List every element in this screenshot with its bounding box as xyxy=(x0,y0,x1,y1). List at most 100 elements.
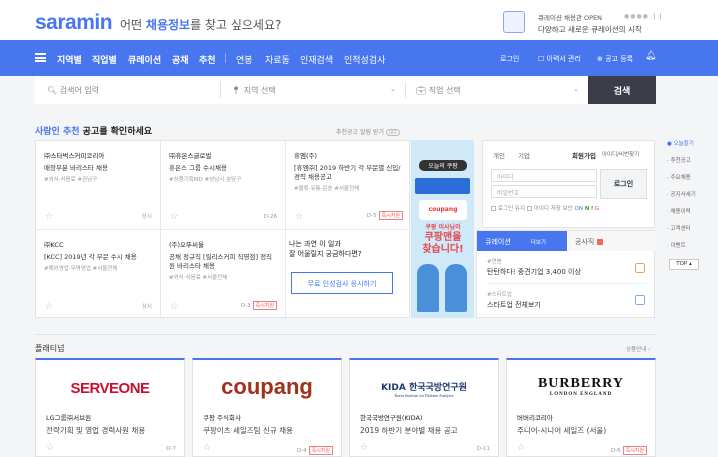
coupang-banner[interactable]: 오늘의 쿠팡 coupang 쿠팡 이사님이 쿠팡맨을 찾습니다! xyxy=(411,140,474,318)
nav-public[interactable]: 공채 xyxy=(172,53,189,66)
side-nav-item[interactable]: · 이벤트 xyxy=(667,241,696,249)
login-options: 로그인 유지 아이디 저장 보안 ON N f G xyxy=(491,204,599,212)
platinum-card[interactable]: KIDA 한국국방연구원 Korea Institute for Defense … xyxy=(349,358,499,457)
side-nav-item[interactable]: ● 오늘할기 xyxy=(667,139,696,147)
region-select[interactable]: 📍︎ 지역 선택 xyxy=(231,76,276,104)
top-button[interactable]: TOP ▴ xyxy=(669,259,699,270)
star-icon[interactable]: ☆ xyxy=(203,443,211,453)
naver-icon[interactable]: N xyxy=(585,206,590,212)
kida-logo: KIDA 한국국방연구원 Korea Institute for Defense … xyxy=(381,383,467,398)
serveone-logo: SERVEONE xyxy=(70,380,150,397)
facebook-icon[interactable]: f xyxy=(591,206,593,212)
coupang-logo: coupang xyxy=(221,374,313,399)
saramin-logo[interactable]: saramin xyxy=(35,11,113,35)
worker-figure xyxy=(417,264,439,312)
curation-item[interactable]: #스타트업 스타트업 전체보기 xyxy=(487,290,541,310)
star-icon[interactable]: ☆ xyxy=(517,443,525,453)
signup-link[interactable]: 회원가입 xyxy=(572,150,596,160)
job-card[interactable]: ㈜휴온스글로벌 휴온스 그룹 수시채용 #상품기획MD #성남시 분당구 ☆ D… xyxy=(161,141,286,230)
nav-divider xyxy=(225,53,226,63)
apply-now-badge[interactable]: 즉시지원 xyxy=(378,211,403,220)
id-input[interactable]: 아이디 xyxy=(491,169,597,182)
new-icon xyxy=(596,239,603,245)
cube-icon xyxy=(635,295,645,305)
platinum-card[interactable]: SERVEONE LG그룹㈜서브원 전략기획 및 영업 경력사원 채용 ☆ D-… xyxy=(35,358,185,457)
side-nav-item[interactable]: · 채용이력 xyxy=(667,207,696,215)
checkbox[interactable] xyxy=(491,206,496,211)
nav-curation[interactable]: 큐레이션 xyxy=(128,53,161,66)
search-bar: 🔍︎ 검색어 입력 📍︎ 지역 선택 ⌄ 💼︎ 직업 선택 ⌄ 검색 xyxy=(35,76,656,104)
job-card[interactable]: (주)오뚜씨울 공채 정규직 [릴리스커피 직영점] 정직원 바리스타 채용 #… xyxy=(161,230,286,319)
bell-icon[interactable]: 🔔︎ xyxy=(645,51,656,61)
keyword-input[interactable]: 🔍︎ 검색어 입력 xyxy=(47,76,99,104)
side-nav-item[interactable]: · 주요채용 xyxy=(667,173,696,181)
login-box: 개인 기업 회원가입 아이디/비번찾기 아이디 비밀번호 로그인 로그인 유지 … xyxy=(482,140,655,228)
banner-headline: 쿠팡맨을 찾습니다! xyxy=(422,232,464,255)
menu-icon[interactable] xyxy=(35,53,46,62)
side-nav: ● 오늘할기 · 추천공고 · 주요채용 · 공지사세기 · 채용이력 · 고객… xyxy=(667,139,696,258)
job-card[interactable]: ㈜KCC [KCC] 2019년 각 부문 수시 채용 #해외영업·무역영업 #… xyxy=(36,230,161,319)
top-bar: saramin 어떤 채용정보를 찾고 싶으세요? 큐레이션 채용관 OPEN … xyxy=(0,0,718,40)
chevron-down-icon[interactable]: ⌄ xyxy=(390,85,396,93)
nav-resource[interactable]: 자료동 xyxy=(265,53,290,66)
side-nav-item[interactable]: · 공지사세기 xyxy=(667,190,696,198)
tab-personal[interactable]: 개인 xyxy=(493,150,505,160)
product-info-link[interactable]: 상품안내 › xyxy=(626,345,650,353)
toggle-switch[interactable]: OFF xyxy=(385,129,400,136)
star-icon[interactable]: ☆ xyxy=(360,443,368,453)
star-icon[interactable]: ☆ xyxy=(45,212,53,222)
curation-box: 큐레이션 더보기 공사직 #연봉 탄탄하다! 중견기업 3,400 이상 #스타트업… xyxy=(476,230,655,318)
aptitude-prompt: 나는 과연 이 일과 잘 어울릴지 궁금하다면? xyxy=(289,240,362,258)
truck-icon xyxy=(415,178,470,194)
side-nav-item[interactable]: · 고객센터 xyxy=(667,224,696,232)
star-icon[interactable]: ☆ xyxy=(46,443,54,453)
cube-icon xyxy=(503,11,525,33)
password-input[interactable]: 비밀번호 xyxy=(491,185,597,198)
promo-title[interactable]: 큐레이션 채용관 OPEN xyxy=(538,12,602,22)
nav-login[interactable]: 로그인 xyxy=(500,54,519,64)
side-nav-item[interactable]: · 추천공고 xyxy=(667,156,696,164)
carousel-dots-icon[interactable]: ●●●● ❙❙ xyxy=(624,13,664,20)
job-card[interactable]: ㈜스타벅스커피코리아 매장부분 바리스타 채용 #외식·식음료 #관남구 ☆ 상… xyxy=(36,141,161,230)
nav-recommend[interactable]: 추천 xyxy=(199,53,216,66)
tab-public-job[interactable]: 공사직 xyxy=(567,231,655,251)
search-button[interactable]: 검색 xyxy=(588,76,656,104)
aptitude-test-button[interactable]: 무료 인성검사 응시하기 xyxy=(291,272,393,294)
job-card[interactable]: 휴엠(주) [휴엠㈜] 2019 하반기 각 부문별 신입/경력 채용공고 #물… xyxy=(286,141,411,230)
google-icon[interactable]: G xyxy=(595,206,599,212)
burberry-logo: BURBERRY LONDON ENGLAND xyxy=(537,376,625,397)
promo-desc[interactable]: 다양하고 새로운 큐레이션의 시작 xyxy=(538,24,642,35)
tab-company[interactable]: 기업 xyxy=(518,150,530,160)
star-icon[interactable]: ☆ xyxy=(45,302,53,312)
main-nav: 지역별 직업별 큐레이션 공채 추천 연봉 자료동 인재검색 인적성검사 로그인… xyxy=(0,40,718,76)
apply-now-badge[interactable]: 즉시지원 xyxy=(308,446,333,455)
alert-toggle[interactable]: 추천공고 알림 받기 OFF xyxy=(336,127,400,136)
nav-aptitude[interactable]: 인적성검사 xyxy=(344,53,385,66)
login-button[interactable]: 로그인 xyxy=(600,169,647,199)
coupang-logo: coupang xyxy=(419,200,467,220)
worker-figure xyxy=(445,264,467,312)
tab-curation[interactable]: 큐레이션 더보기 xyxy=(477,231,567,251)
nav-talent[interactable]: 인재검색 xyxy=(300,53,333,66)
curation-item[interactable]: #연봉 탄탄하다! 중견기업 3,400 이상 xyxy=(487,257,581,277)
star-icon[interactable]: ☆ xyxy=(170,212,178,222)
star-icon[interactable]: ☆ xyxy=(170,302,178,312)
slogan: 어떤 채용정보를 찾고 싶으세요? xyxy=(120,18,282,32)
nav-job[interactable]: 직업별 xyxy=(92,53,117,66)
chevron-down-icon[interactable]: ⌄ xyxy=(573,85,579,93)
nav-salary[interactable]: 연봉 xyxy=(236,53,253,66)
banner-tag: 오늘의 쿠팡 xyxy=(419,160,467,171)
apply-now-badge[interactable]: 즉시지원 xyxy=(252,301,277,310)
platinum-title: 플래티넘 xyxy=(35,344,65,353)
star-icon[interactable]: ☆ xyxy=(295,212,303,222)
section-title: 사람인 추천 공고를 확인하세요 xyxy=(35,127,153,137)
checkbox[interactable] xyxy=(526,206,532,211)
platinum-card[interactable]: BURBERRY LONDON ENGLAND 버버리코리아 주니어-시니어 세일… xyxy=(506,358,656,457)
platinum-card[interactable]: coupang 쿠팡 주식회사 쿠팡이츠 세일즈팀 신규 채용 ☆ D-4 즉시지… xyxy=(192,358,342,457)
job-select[interactable]: 💼︎ 직업 선택 xyxy=(416,76,461,104)
apply-now-badge[interactable]: 즉시지원 xyxy=(622,446,647,455)
nav-post-job[interactable]: ⊕ 공고 등록 xyxy=(597,54,633,64)
nav-resume[interactable]: ☐ 이력서 관리 xyxy=(538,54,581,64)
find-account-link[interactable]: 아이디/비번찾기 xyxy=(602,150,639,158)
nav-region[interactable]: 지역별 xyxy=(57,53,82,66)
